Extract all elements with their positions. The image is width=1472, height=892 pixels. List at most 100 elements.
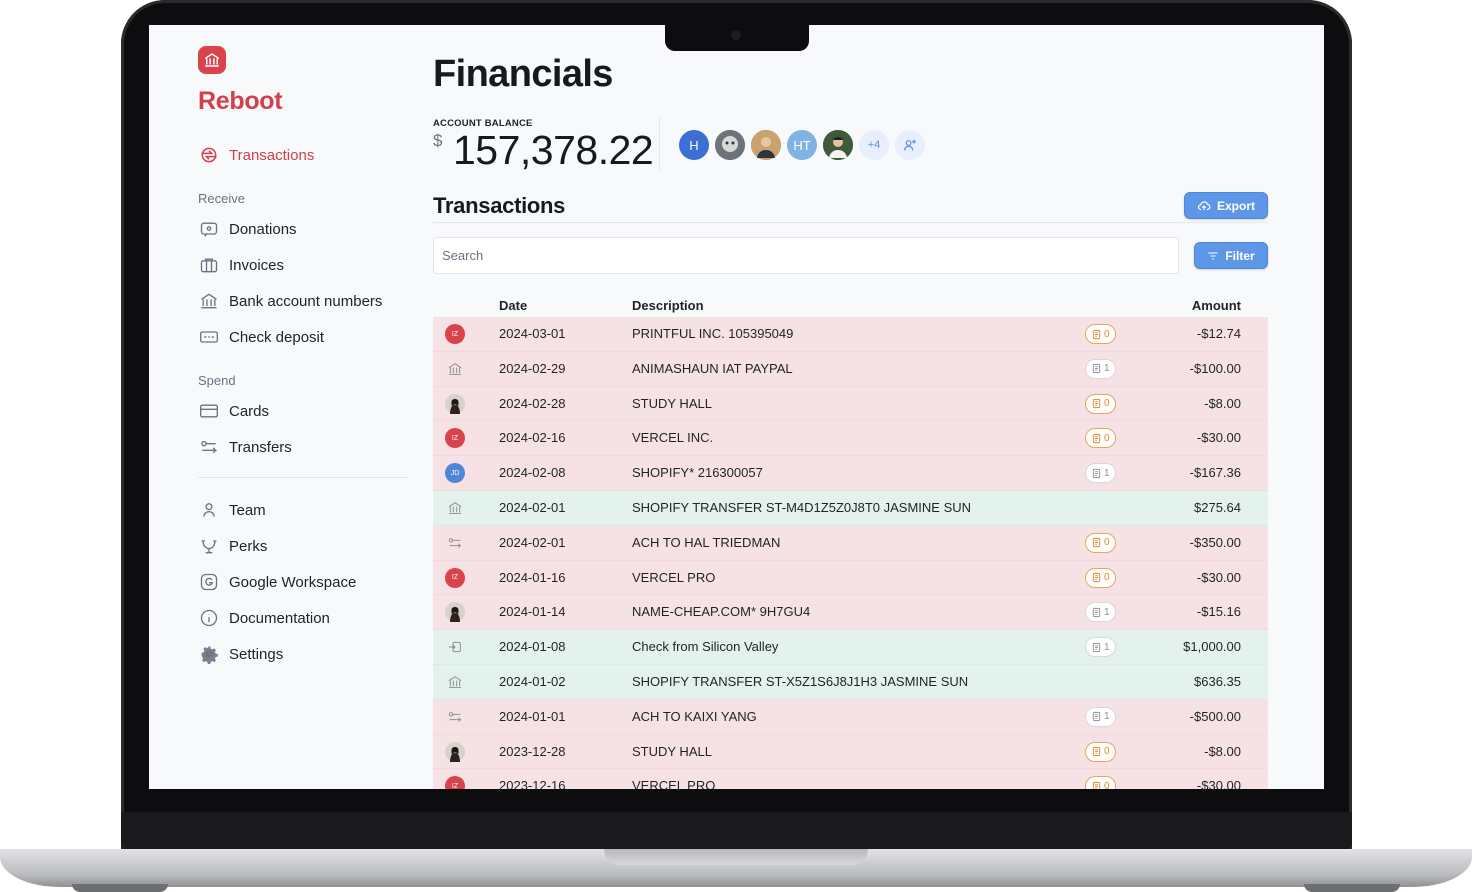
account-balance-currency: $ bbox=[433, 131, 443, 150]
avatar[interactable]: H bbox=[679, 130, 709, 160]
receipt-badge[interactable]: 0 bbox=[1085, 532, 1116, 553]
table-row[interactable]: 2023-12-28 STUDY HALL 0 -$8.00 bbox=[433, 734, 1268, 770]
sidebar-item-label: Transfers bbox=[229, 438, 292, 456]
receipt-icon bbox=[1092, 712, 1101, 722]
transaction-amount: -$8.00 bbox=[1204, 395, 1241, 411]
table-row[interactable]: IZ 2024-01-16 VERCEL PRO 0 -$30.00 bbox=[433, 560, 1268, 596]
merchant-avatar: IZ bbox=[445, 428, 465, 449]
sidebar-item-check-deposit[interactable]: Check deposit bbox=[199, 327, 324, 347]
transaction-description: NAME-CHEAP.COM* 9H7GU4 bbox=[632, 604, 811, 620]
receipt-badge[interactable]: 0 bbox=[1085, 393, 1116, 414]
avatar[interactable]: HT bbox=[787, 130, 817, 160]
sidebar-item-donations[interactable]: Donations bbox=[199, 219, 297, 239]
merchant-avatar-initials: IZ bbox=[445, 567, 465, 588]
transaction-description: SHOPIFY* 216300057 bbox=[632, 465, 763, 481]
transaction-amount: $636.35 bbox=[1194, 673, 1241, 689]
merchant-avatar: IZ bbox=[445, 567, 465, 588]
receipt-icon bbox=[1092, 538, 1101, 548]
sidebar-item-documentation[interactable]: Documentation bbox=[199, 608, 330, 628]
section-label-spend: Spend bbox=[198, 373, 236, 388]
receipt-badge[interactable]: 1 bbox=[1085, 706, 1116, 727]
transaction-description: PRINTFUL INC. 105395049 bbox=[632, 326, 794, 341]
filter-button[interactable]: Filter bbox=[1194, 242, 1268, 269]
more-members-badge[interactable]: +4 bbox=[859, 130, 889, 160]
bank-icon bbox=[201, 293, 217, 309]
sidebar-item-bank-account-numbers[interactable]: Bank account numbers bbox=[199, 291, 382, 311]
receipt-count: 0 bbox=[1104, 746, 1110, 758]
sidebar-item-invoices[interactable]: Invoices bbox=[199, 255, 284, 275]
transaction-description: ANIMASHAUN IAT PAYPAL bbox=[632, 360, 793, 376]
search-input[interactable] bbox=[433, 237, 1179, 274]
receipt-icon bbox=[1092, 433, 1101, 443]
avatar[interactable] bbox=[751, 130, 781, 160]
sidebar-item-perks[interactable]: Perks bbox=[199, 536, 267, 556]
table-row[interactable]: IZ 2023-12-16 VERCEL PRO 0 -$30.00 bbox=[433, 769, 1268, 789]
laptop-foot-left bbox=[72, 884, 168, 892]
sidebar-item-label: Settings bbox=[229, 645, 284, 663]
receipt-icon bbox=[1092, 607, 1101, 617]
column-header-description[interactable]: Description bbox=[632, 298, 704, 313]
export-button[interactable]: Export bbox=[1184, 192, 1268, 219]
sidebar-item-google-workspace[interactable]: Google Workspace bbox=[199, 572, 356, 592]
table-row[interactable]: IZ 2024-03-01 PRINTFUL INC. 105395049 0 -$12… bbox=[433, 317, 1268, 352]
table-row[interactable]: 2024-01-01 ACH TO KAIXI YANG 1 -$500.00 bbox=[433, 699, 1268, 735]
column-header-amount[interactable]: Amount bbox=[1192, 298, 1241, 313]
user-icon bbox=[203, 503, 215, 517]
sidebar-item-label: Transactions bbox=[229, 146, 315, 164]
transaction-description: ACH TO KAIXI YANG bbox=[632, 708, 757, 724]
transaction-amount: -$30.00 bbox=[1196, 778, 1241, 789]
receipt-badge[interactable]: 0 bbox=[1085, 567, 1116, 588]
table-row[interactable]: 2024-02-28 STUDY HALL 0 -$8.00 bbox=[433, 386, 1268, 422]
receipt-icon bbox=[1092, 364, 1101, 374]
receipt-badge[interactable]: 1 bbox=[1085, 602, 1116, 623]
column-header-date[interactable]: Date bbox=[499, 298, 527, 313]
receipt-count: 0 bbox=[1104, 537, 1110, 549]
table-row[interactable]: 2024-01-02 SHOPIFY TRANSFER ST-X5Z1S6J8J1… bbox=[433, 664, 1268, 700]
receipt-icon bbox=[1092, 746, 1101, 757]
merchant-avatar: IZ bbox=[445, 324, 465, 344]
table-row[interactable]: 2024-02-29 ANIMASHAUN IAT PAYPAL 1 -$100.00 bbox=[433, 351, 1268, 387]
avatar[interactable] bbox=[823, 130, 853, 160]
table-row[interactable]: 2024-02-01 ACH TO HAL TRIEDMAN 0 -$350.00 bbox=[433, 525, 1268, 561]
sidebar-item-label: Cards bbox=[229, 402, 270, 420]
bank-logo-icon[interactable] bbox=[198, 46, 226, 74]
google-icon bbox=[200, 573, 218, 591]
receipt-badge[interactable]: 1 bbox=[1085, 463, 1116, 484]
table-row[interactable]: IZ 2024-02-16 VERCEL INC. 0 -$30.00 bbox=[433, 421, 1268, 457]
table-row[interactable]: 2024-01-14 NAME-CHEAP.COM* 9H7GU4 1 -$15.16 bbox=[433, 595, 1268, 631]
table-row[interactable]: JD 2024-02-08 SHOPIFY* 216300057 1 -$167.36 bbox=[433, 456, 1268, 491]
laptop-base-notch bbox=[604, 849, 868, 865]
avatar[interactable] bbox=[715, 130, 745, 160]
receipt-badge[interactable]: 0 bbox=[1085, 428, 1116, 449]
check-icon bbox=[445, 637, 465, 657]
sidebar-item-label: Perks bbox=[229, 537, 268, 555]
add-member-button[interactable] bbox=[895, 130, 925, 160]
transaction-description: SHOPIFY TRANSFER ST-M4D1Z5Z0J8T0 JASMINE… bbox=[632, 499, 972, 515]
bank-icon bbox=[445, 498, 465, 518]
brand-name[interactable]: Reboot bbox=[198, 87, 283, 116]
receipt-badge[interactable]: 0 bbox=[1085, 776, 1116, 789]
receipt-badge[interactable]: 1 bbox=[1085, 637, 1116, 658]
table-row[interactable]: 2024-02-01 SHOPIFY TRANSFER ST-M4D1Z5Z0J8… bbox=[433, 490, 1268, 526]
receipt-count: 0 bbox=[1104, 398, 1110, 410]
sidebar-item-transactions[interactable]: Transactions bbox=[199, 145, 314, 165]
transaction-date: 2024-02-28 bbox=[499, 395, 566, 411]
transaction-amount: -$100.00 bbox=[1189, 360, 1241, 376]
gift-icon bbox=[201, 540, 217, 554]
sidebar-item-transfers[interactable]: Transfers bbox=[199, 437, 292, 457]
receipt-badge[interactable]: 0 bbox=[1085, 324, 1116, 344]
receipt-badge[interactable]: 0 bbox=[1085, 741, 1116, 762]
receipt-icon bbox=[1092, 781, 1101, 789]
receipt-badge[interactable]: 1 bbox=[1085, 358, 1116, 379]
transaction-description: SHOPIFY TRANSFER ST-X5Z1S6J8J1H3 JASMINE… bbox=[632, 673, 969, 689]
transactions-title: Transactions bbox=[433, 193, 566, 218]
transaction-date: 2024-02-16 bbox=[499, 430, 566, 446]
camera-notch bbox=[665, 25, 809, 51]
sidebar-item-team[interactable]: Team bbox=[199, 500, 266, 520]
merchant-avatar-initials: IZ bbox=[445, 324, 465, 344]
sidebar-item-cards[interactable]: Cards bbox=[199, 401, 269, 421]
transaction-description: STUDY HALL bbox=[632, 743, 712, 759]
sidebar-item-settings[interactable]: Settings bbox=[199, 644, 283, 664]
table-row[interactable]: 2024-01-08 Check from Silicon Valley 1 $1,0… bbox=[433, 630, 1268, 665]
transaction-amount: -$30.00 bbox=[1196, 430, 1241, 446]
